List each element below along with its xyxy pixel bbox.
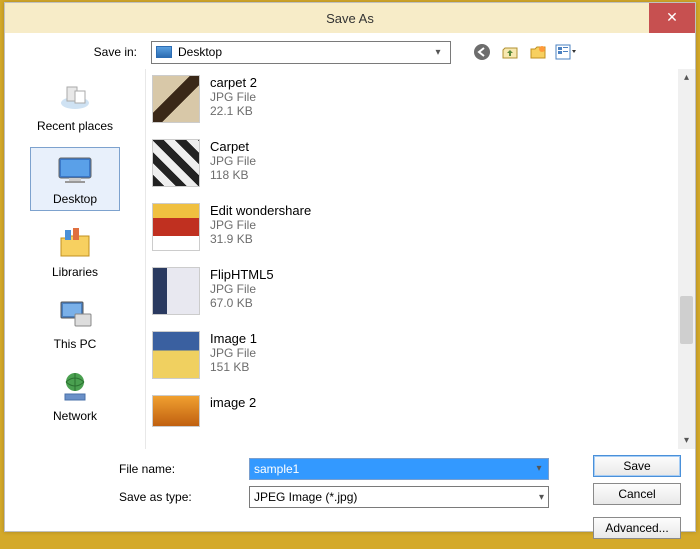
file-thumbnail xyxy=(152,395,200,427)
places-desktop[interactable]: Desktop xyxy=(30,147,120,211)
file-name-input[interactable] xyxy=(249,458,549,480)
file-type: JPG File xyxy=(210,282,274,296)
file-item[interactable]: Edit wondershare JPG File 31.9 KB xyxy=(152,201,671,265)
chevron-down-icon[interactable]: ▾ xyxy=(531,460,547,478)
save-in-label: Save in: xyxy=(17,45,145,59)
location-bar: Save in: Desktop ▾ xyxy=(5,33,695,69)
places-recent[interactable]: Recent places xyxy=(30,75,120,137)
places-this-pc[interactable]: This PC xyxy=(30,293,120,355)
file-list[interactable]: carpet 2 JPG File 22.1 KB Carpet JPG Fil… xyxy=(146,69,677,449)
file-name: Edit wondershare xyxy=(210,203,311,218)
file-size: 151 KB xyxy=(210,360,257,374)
file-type: JPG File xyxy=(210,218,311,232)
file-size: 67.0 KB xyxy=(210,296,274,310)
file-thumbnail xyxy=(152,203,200,251)
file-size: 118 KB xyxy=(210,168,256,182)
view-menu-button[interactable] xyxy=(555,41,577,63)
file-item[interactable]: carpet 2 JPG File 22.1 KB xyxy=(152,73,671,137)
desktop-icon xyxy=(156,46,172,58)
file-size: 22.1 KB xyxy=(210,104,257,118)
file-name: carpet 2 xyxy=(210,75,257,90)
dialog-title: Save As xyxy=(5,11,695,26)
save-as-type-label: Save as type: xyxy=(19,490,249,504)
file-thumbnail xyxy=(152,75,200,123)
chevron-down-icon: ▾ xyxy=(430,47,446,58)
libraries-icon xyxy=(55,225,95,261)
file-thumbnail xyxy=(152,267,200,315)
close-button[interactable]: ✕ xyxy=(649,3,695,33)
cancel-button[interactable]: Cancel xyxy=(593,483,681,505)
desktop-icon xyxy=(55,152,95,188)
file-name-label: File name: xyxy=(19,462,249,476)
file-name: FlipHTML5 xyxy=(210,267,274,282)
back-button[interactable] xyxy=(471,41,493,63)
file-name: Carpet xyxy=(210,139,256,154)
file-size: 31.9 KB xyxy=(210,232,311,246)
save-button[interactable]: Save xyxy=(593,455,681,477)
places-label: Recent places xyxy=(30,119,120,133)
scroll-down-icon[interactable]: ▾ xyxy=(678,432,695,449)
file-type: JPG File xyxy=(210,90,257,104)
places-network[interactable]: Network xyxy=(30,365,120,427)
file-item[interactable]: Image 1 JPG File 151 KB xyxy=(152,329,671,393)
scroll-up-icon[interactable]: ▴ xyxy=(678,69,695,86)
scrollbar[interactable]: ▴ ▾ xyxy=(678,69,695,449)
chevron-down-icon: ▾ xyxy=(539,492,544,503)
places-bar: Recent places Desktop Libraries This PC xyxy=(5,69,145,449)
network-icon xyxy=(55,369,95,405)
up-one-level-button[interactable] xyxy=(499,41,521,63)
file-thumbnail xyxy=(152,139,200,187)
file-type: JPG File xyxy=(210,346,257,360)
file-item[interactable]: FlipHTML5 JPG File 67.0 KB xyxy=(152,265,671,329)
file-item[interactable]: Carpet JPG File 118 KB xyxy=(152,137,671,201)
save-as-type-value: JPEG Image (*.jpg) xyxy=(254,490,357,504)
save-as-dialog: Save As ✕ Save in: Desktop ▾ xyxy=(4,2,696,532)
scroll-thumb[interactable] xyxy=(680,296,693,344)
save-in-dropdown[interactable]: Desktop ▾ xyxy=(151,41,451,64)
places-label: Desktop xyxy=(31,192,119,206)
bottom-panel: File name: ▾ Save as type: JPEG Image (*… xyxy=(5,449,695,549)
this-pc-icon xyxy=(55,297,95,333)
save-as-type-dropdown[interactable]: JPEG Image (*.jpg) ▾ xyxy=(249,486,549,508)
places-label: Network xyxy=(30,409,120,423)
file-thumbnail xyxy=(152,331,200,379)
save-in-value: Desktop xyxy=(178,45,430,59)
file-item[interactable]: image 2 xyxy=(152,393,671,433)
places-label: Libraries xyxy=(30,265,120,279)
file-name: image 2 xyxy=(210,395,256,410)
close-icon: ✕ xyxy=(666,9,678,25)
file-list-pane: carpet 2 JPG File 22.1 KB Carpet JPG Fil… xyxy=(145,69,695,449)
recent-places-icon xyxy=(55,79,95,115)
titlebar: Save As ✕ xyxy=(5,3,695,33)
file-type: JPG File xyxy=(210,154,256,168)
file-name: Image 1 xyxy=(210,331,257,346)
new-folder-button[interactable] xyxy=(527,41,549,63)
places-label: This PC xyxy=(30,337,120,351)
places-libraries[interactable]: Libraries xyxy=(30,221,120,283)
